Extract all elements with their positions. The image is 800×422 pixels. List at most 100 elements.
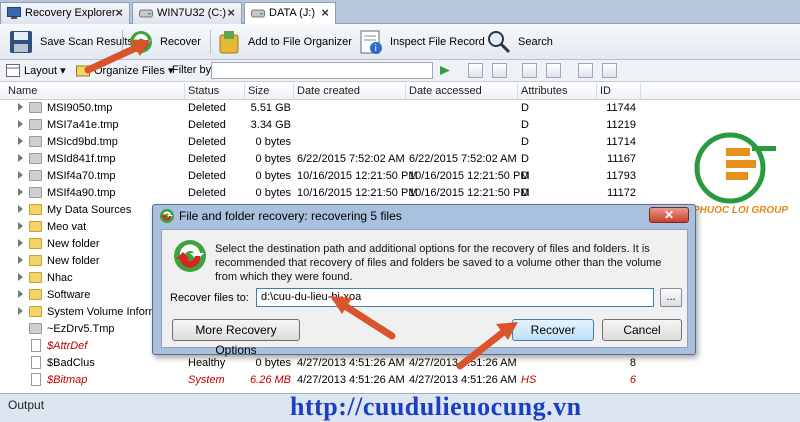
organize-files-dropdown[interactable]: Organize Files ▾: [94, 64, 174, 77]
column-header-id[interactable]: ID: [600, 85, 611, 97]
expand-icon[interactable]: [18, 154, 23, 162]
expand-icon[interactable]: [18, 239, 23, 247]
tab-label: Recovery Explorer: [25, 7, 116, 19]
browse-button[interactable]: ...: [660, 288, 682, 307]
cell-name: Meo vat: [47, 221, 87, 233]
inspect-file-record-button[interactable]: i Inspect File Record: [358, 28, 485, 56]
dialog-title: File and folder recovery: recovering 5 f…: [179, 209, 402, 223]
button-label: Search: [518, 36, 553, 48]
folder-icon: [29, 119, 42, 130]
cell-name: MSIf4a70.tmp: [47, 170, 116, 182]
cell-id: 11793: [606, 170, 636, 182]
cell-created: 10/16/2015 12:21:50 PM: [297, 187, 418, 199]
cell-created: 6/22/2015 7:52:02 AM: [297, 153, 405, 165]
cell-status: Deleted: [188, 102, 226, 114]
search-button[interactable]: Search: [486, 28, 553, 56]
column-header-status[interactable]: Status: [188, 85, 219, 97]
cell-name: System Volume Informa: [47, 306, 164, 318]
tab-win7u32[interactable]: WIN7U32 (C:) ×: [132, 2, 242, 24]
button-label: Inspect File Record: [390, 36, 485, 48]
expand-icon[interactable]: [18, 290, 23, 298]
cell-attr: D: [521, 102, 529, 114]
column-header-date-created[interactable]: Date created: [297, 85, 360, 97]
dialog-cancel-button[interactable]: Cancel: [602, 319, 682, 341]
tab-label: WIN7U32 (C:): [157, 7, 227, 19]
cell-id: 11744: [606, 102, 636, 114]
table-row[interactable]: MSI9050.tmp Deleted 5.51 GB D 11744: [0, 100, 640, 117]
column-header-name[interactable]: Name: [8, 85, 37, 97]
table-row[interactable]: $BadClus Healthy 0 bytes 4/27/2013 4:51:26 …: [0, 355, 640, 372]
file-icon: [31, 373, 41, 386]
grid-icon[interactable]: [546, 63, 561, 78]
tab-recovery-explorer[interactable]: Recovery Explorer ×: [0, 2, 130, 24]
dialog-close-button[interactable]: ✕: [649, 207, 689, 223]
column-divider: [405, 83, 406, 100]
floppy-disk-icon: [10, 31, 32, 53]
cell-attr: D: [521, 170, 529, 182]
monitor-icon: [7, 7, 21, 19]
dialog-body: Select the destination path and addition…: [161, 229, 688, 357]
table-row[interactable]: MSIf4a70.tmp Deleted 0 bytes 10/16/2015 12:…: [0, 168, 640, 185]
close-icon[interactable]: ×: [115, 5, 123, 20]
export-icon[interactable]: [578, 63, 593, 78]
dialog-title-bar[interactable]: File and folder recovery: recovering 5 f…: [153, 205, 695, 227]
more-recovery-options-button[interactable]: More Recovery Options: [172, 319, 300, 357]
copy-icon[interactable]: [492, 63, 507, 78]
cell-name: MSIcd9bd.tmp: [47, 136, 118, 148]
recover-large-icon: [174, 240, 206, 272]
tab-bar: Recovery Explorer × WIN7U32 (C:) × DATA …: [0, 0, 800, 24]
expand-icon[interactable]: [18, 273, 23, 281]
table-row[interactable]: $Bitmap System 6.26 MB 4/27/2013 4:51:26 AM…: [0, 372, 640, 389]
cell-name: Nhac: [47, 272, 73, 284]
cell-name: MSIf4a90.tmp: [47, 187, 116, 199]
expand-icon[interactable]: [18, 120, 23, 128]
view-icon[interactable]: [468, 63, 483, 78]
expand-icon[interactable]: [18, 188, 23, 196]
filter-bar: Layout ▾ Organize Files ▾ Filter by:: [0, 60, 800, 82]
button-label: Add to File Organizer: [248, 36, 352, 48]
refresh-icon[interactable]: [602, 63, 617, 78]
folder-icon: [29, 238, 42, 249]
cell-id: 11167: [607, 153, 636, 165]
phuoc-loi-logo: [694, 132, 776, 204]
expand-icon[interactable]: [18, 103, 23, 111]
list-icon[interactable]: [522, 63, 537, 78]
folder-icon: [29, 323, 42, 334]
cell-name: My Data Sources: [47, 204, 132, 216]
cell-attr: D: [521, 187, 529, 199]
cell-status: System: [188, 374, 225, 386]
expand-icon[interactable]: [18, 307, 23, 315]
expand-icon[interactable]: [18, 222, 23, 230]
cell-size: 5.51 GB: [250, 102, 291, 114]
recover-path-input[interactable]: d:\cuu-du-lieu-bi-xoa: [256, 288, 654, 307]
table-row[interactable]: MSI7a41e.tmp Deleted 3.34 GB D 11219: [0, 117, 640, 134]
apply-filter-icon[interactable]: [438, 63, 453, 78]
cell-status: Deleted: [188, 136, 226, 148]
expand-icon[interactable]: [18, 171, 23, 179]
column-header-date-accessed[interactable]: Date accessed: [409, 85, 482, 97]
table-row[interactable]: MSIcd9bd.tmp Deleted 0 bytes D 11714: [0, 134, 640, 151]
filter-input[interactable]: [211, 62, 433, 79]
save-scan-results-button[interactable]: Save Scan Results: [8, 28, 133, 56]
file-icon: [31, 356, 41, 369]
close-icon[interactable]: ×: [227, 5, 235, 20]
expand-icon[interactable]: [18, 256, 23, 264]
folder-icon: [29, 170, 42, 181]
column-header-size[interactable]: Size: [248, 85, 269, 97]
table-row[interactable]: MSId841f.tmp Deleted 0 bytes 6/22/2015 7:52…: [0, 151, 640, 168]
file-icon: [31, 339, 41, 352]
recover-button[interactable]: Recover: [128, 28, 201, 56]
table-row[interactable]: MSIf4a90.tmp Deleted 0 bytes 10/16/2015 12:…: [0, 185, 640, 202]
logo-text: PHUOC LOI GROUP: [693, 205, 789, 216]
add-to-file-organizer-button[interactable]: Add to File Organizer: [216, 28, 352, 56]
close-icon[interactable]: ×: [321, 5, 329, 20]
cell-accessed: 4/27/2013 4:51:26 AM: [409, 374, 517, 386]
expand-icon[interactable]: [18, 205, 23, 213]
layout-dropdown[interactable]: Layout ▾: [24, 64, 66, 77]
cell-name: MSI7a41e.tmp: [47, 119, 119, 131]
cell-size: 0 bytes: [255, 187, 291, 199]
dialog-recover-button[interactable]: Recover: [512, 319, 594, 341]
column-header-attributes[interactable]: Attributes: [521, 85, 567, 97]
tab-data-j[interactable]: DATA (J:) ×: [244, 2, 336, 24]
expand-icon[interactable]: [18, 137, 23, 145]
